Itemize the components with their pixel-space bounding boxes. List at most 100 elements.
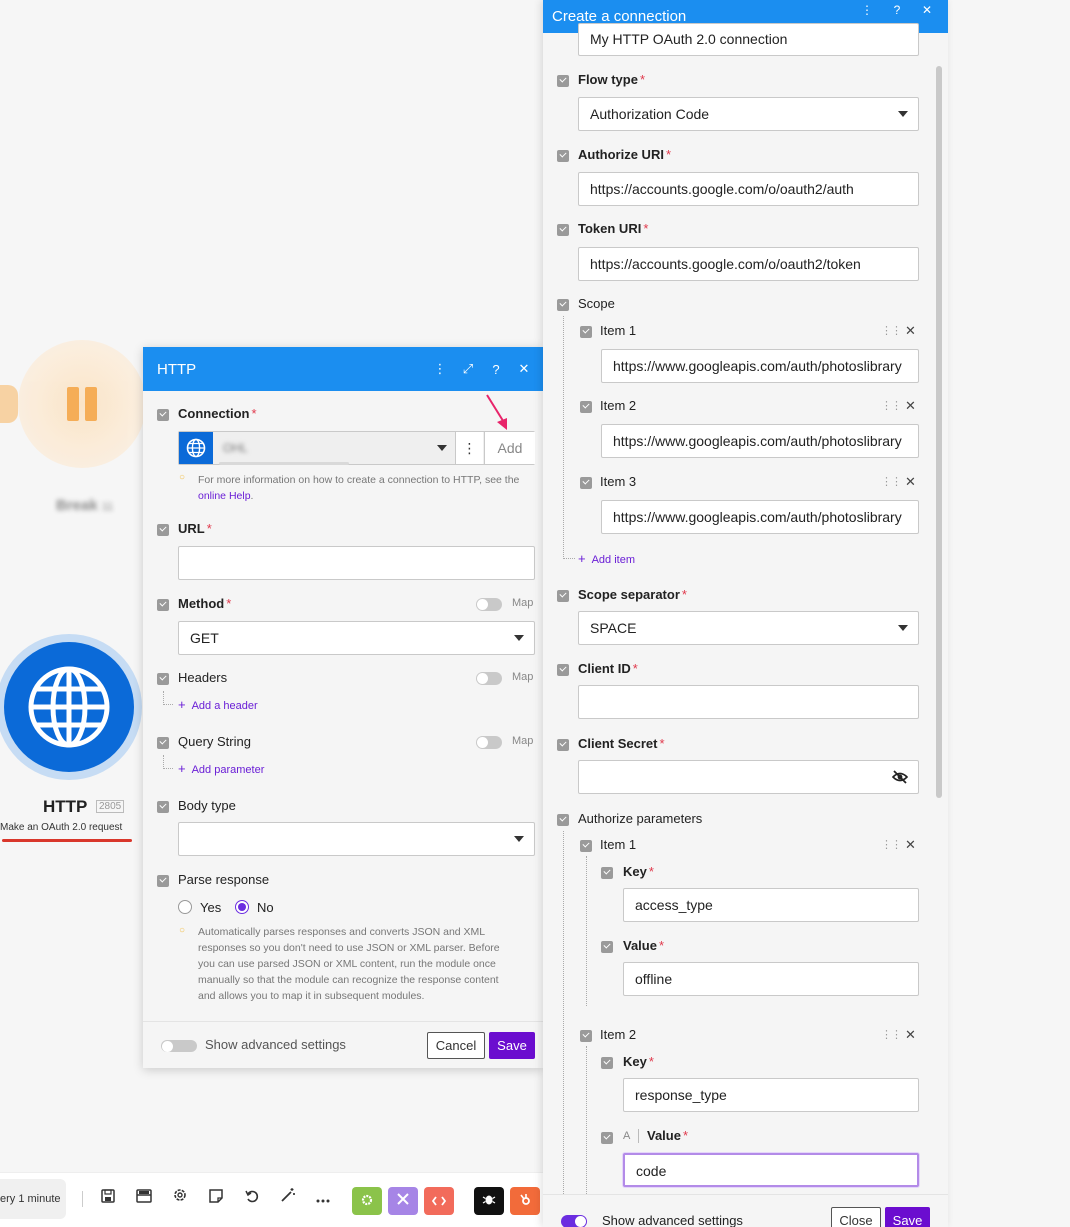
scope-separator-select[interactable]: SPACE [578, 611, 919, 645]
close-button[interactable]: Close [831, 1207, 881, 1227]
pause-icon [63, 387, 101, 421]
client-secret-input[interactable] [578, 760, 919, 794]
method-map-toggle[interactable] [476, 598, 502, 611]
save-icon[interactable] [96, 1187, 120, 1211]
flow-type-collapse-toggle[interactable] [557, 75, 569, 87]
add-connection-button[interactable]: Add [484, 432, 535, 464]
remove-item-icon[interactable]: ✕ [905, 1027, 916, 1043]
client-id-input[interactable] [578, 685, 919, 719]
authorize-uri-input[interactable]: https://accounts.google.com/o/oauth2/aut… [578, 172, 919, 206]
save-connection-button[interactable]: Save [885, 1207, 930, 1227]
remove-item-icon[interactable]: ✕ [905, 323, 916, 339]
param-item-2-value-label: Value * [647, 1128, 689, 1143]
connection-options-icon[interactable]: ⋮ [455, 432, 483, 464]
scope-item-1-toggle[interactable] [580, 326, 592, 338]
drag-handle-icon[interactable]: ⋮⋮ [881, 1028, 902, 1041]
flow-control-icon[interactable] [388, 1187, 418, 1215]
eye-off-icon[interactable] [892, 769, 908, 785]
url-collapse-toggle[interactable] [157, 524, 169, 536]
mapping-mode-icon[interactable]: A [623, 1130, 630, 1142]
advanced-settings-toggle[interactable] [161, 1040, 197, 1052]
client-secret-collapse-toggle[interactable] [557, 739, 569, 751]
headers-collapse-toggle[interactable] [157, 673, 169, 685]
advanced-settings-toggle[interactable] [561, 1215, 587, 1227]
body-type-collapse-toggle[interactable] [157, 801, 169, 813]
connection-collapse-toggle[interactable] [157, 409, 169, 421]
gear-icon[interactable] [168, 1187, 192, 1211]
authorize-uri-collapse-toggle[interactable] [557, 150, 569, 162]
token-uri-input[interactable]: https://accounts.google.com/o/oauth2/tok… [578, 247, 919, 281]
drag-handle-icon[interactable]: ⋮⋮ [881, 475, 902, 488]
param-item-1-toggle[interactable] [580, 840, 592, 852]
param-item-2-key-toggle[interactable] [601, 1057, 613, 1069]
param-item-1-value-input[interactable]: offline [623, 962, 919, 996]
url-input[interactable] [178, 546, 535, 580]
expand-icon[interactable]: ⤢ [461, 361, 475, 377]
save-button[interactable]: Save [489, 1032, 535, 1059]
param-item-1-label: Item 1 [600, 837, 637, 852]
undo-icon[interactable] [240, 1187, 264, 1211]
scope-collapse-toggle[interactable] [557, 299, 569, 311]
query-string-collapse-toggle[interactable] [157, 737, 169, 749]
param-item-2-value-input[interactable]: code [623, 1153, 919, 1187]
remove-item-icon[interactable]: ✕ [905, 398, 916, 414]
more-icon[interactable] [311, 1187, 335, 1211]
scope-item-2-toggle[interactable] [580, 401, 592, 413]
help-icon[interactable]: ? [489, 362, 503, 377]
scope-item-3-input[interactable]: https://www.googleapis.com/auth/photosli… [601, 500, 919, 534]
connection-name-input[interactable]: My HTTP OAuth 2.0 connection [578, 23, 919, 56]
remove-item-icon[interactable]: ✕ [905, 837, 916, 853]
client-id-collapse-toggle[interactable] [557, 664, 569, 676]
kebab-menu-icon[interactable]: ⋮ [433, 361, 447, 377]
scope-item-3-toggle[interactable] [580, 477, 592, 489]
param-item-2-value-toggle[interactable] [601, 1132, 613, 1144]
add-parameter-link[interactable]: + Add parameter [178, 761, 264, 776]
parse-response-no-radio[interactable] [235, 900, 249, 914]
schedule-indicator[interactable]: ery 1 minute [0, 1179, 66, 1219]
token-uri-collapse-toggle[interactable] [557, 224, 569, 236]
help-icon[interactable]: ? [890, 3, 904, 17]
authorize-parameters-collapse-toggle[interactable] [557, 814, 569, 826]
close-icon[interactable]: ✕ [517, 361, 531, 377]
param-item-1-key-toggle[interactable] [601, 867, 613, 879]
connection-select[interactable]: OHL ⋮ Add [178, 431, 535, 465]
create-connection-panel: Create a connection ⋮ ? ✕ My HTTP OAuth … [543, 0, 948, 1227]
notes-icon[interactable] [204, 1187, 228, 1211]
add-scope-item-link[interactable]: + Add item [578, 551, 635, 566]
close-icon[interactable]: ✕ [920, 3, 934, 17]
text-parser-icon[interactable] [424, 1187, 454, 1215]
tools-icon[interactable] [352, 1187, 382, 1215]
param-item-2-key-input[interactable]: response_type [623, 1078, 919, 1112]
remove-item-icon[interactable]: ✕ [905, 474, 916, 490]
param-item-1-value-toggle[interactable] [601, 941, 613, 953]
cancel-button[interactable]: Cancel [427, 1032, 485, 1059]
drag-handle-icon[interactable]: ⋮⋮ [881, 838, 902, 851]
scrollbar[interactable] [936, 66, 942, 798]
method-select[interactable]: GET [178, 621, 535, 655]
body-type-select[interactable] [178, 822, 535, 856]
add-header-link[interactable]: + Add a header [178, 697, 258, 712]
parse-response-yes-radio[interactable] [178, 900, 192, 914]
bug-icon[interactable] [474, 1187, 504, 1215]
query-string-map-toggle[interactable] [476, 736, 502, 749]
drag-handle-icon[interactable]: ⋮⋮ [881, 324, 902, 337]
scope-item-2-input[interactable]: https://www.googleapis.com/auth/photosli… [601, 424, 919, 458]
url-label: URL * [178, 521, 212, 536]
method-collapse-toggle[interactable] [157, 599, 169, 611]
drag-handle-icon[interactable]: ⋮⋮ [881, 399, 902, 412]
kebab-menu-icon[interactable]: ⋮ [860, 3, 874, 17]
online-help-link[interactable]: online Help [198, 490, 251, 502]
http-module-panel: HTTP ⋮ ⤢ ? ✕ Connection * OHL ⋮ Add ○ For… [143, 347, 543, 1068]
scope-item-1-input[interactable]: https://www.googleapis.com/auth/photosli… [601, 349, 919, 383]
flow-type-select[interactable]: Authorization Code [578, 97, 919, 131]
scheduling-icon[interactable] [132, 1187, 156, 1211]
param-item-1-key-input[interactable]: access_type [623, 888, 919, 922]
http-module[interactable] [0, 634, 142, 780]
magic-wand-icon[interactable] [276, 1187, 300, 1211]
parse-response-collapse-toggle[interactable] [157, 875, 169, 887]
hubspot-icon[interactable] [510, 1187, 540, 1215]
param-item-2-toggle[interactable] [580, 1030, 592, 1042]
headers-map-toggle[interactable] [476, 672, 502, 685]
scope-separator-collapse-toggle[interactable] [557, 590, 569, 602]
sleep-module[interactable] [18, 340, 146, 468]
